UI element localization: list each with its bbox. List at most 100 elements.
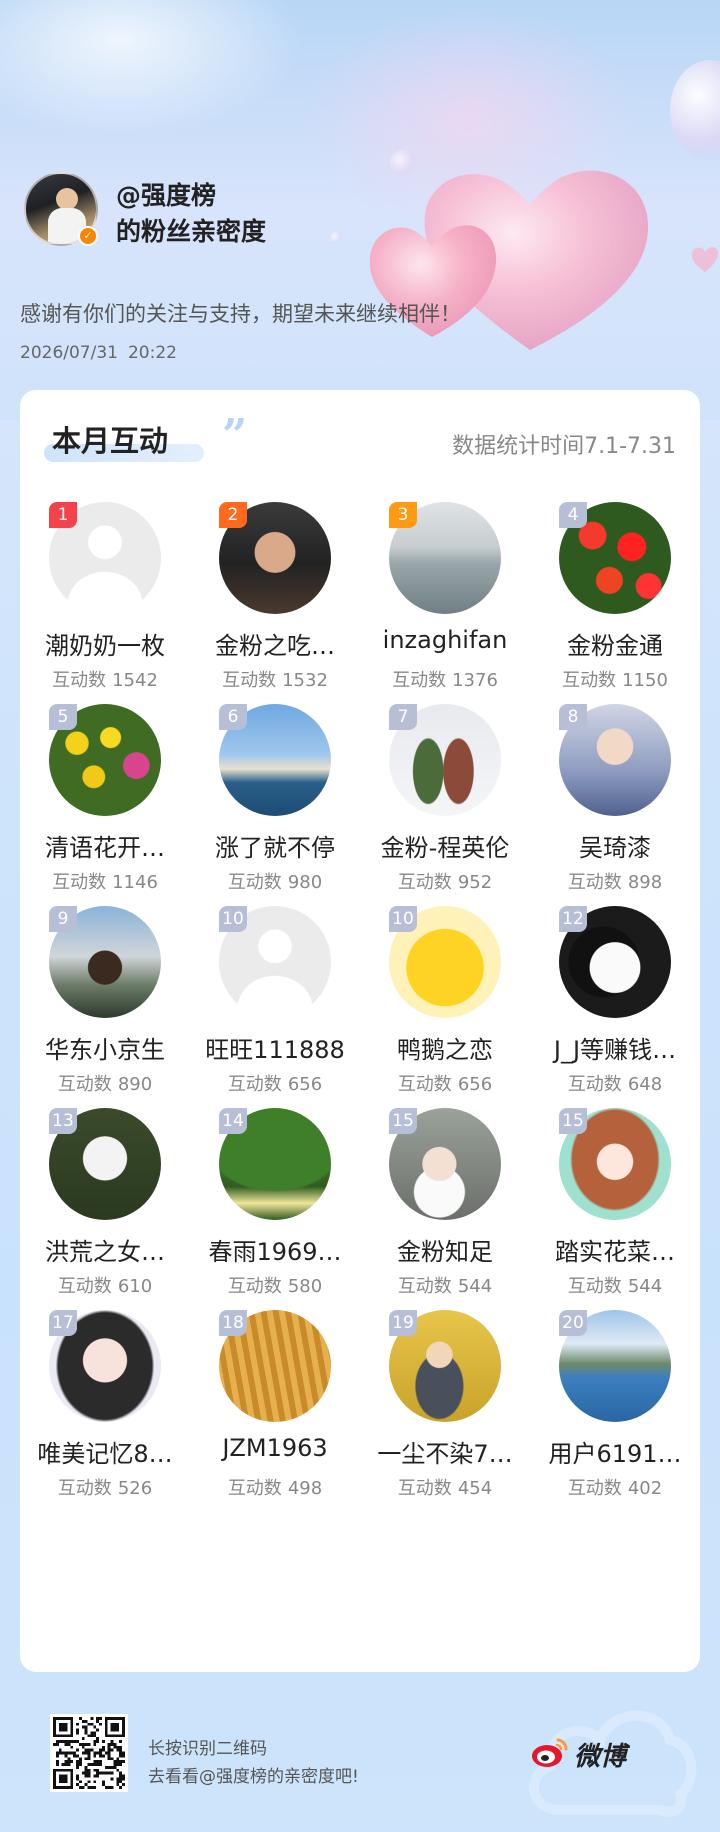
fan-name[interactable]: 清语花开… xyxy=(20,828,190,863)
interaction-count: 互动数 454 xyxy=(360,1474,530,1500)
fan-name[interactable]: 华东小京生 xyxy=(20,1030,190,1065)
count-label: 互动数 xyxy=(562,670,617,691)
rank-badge: 13 xyxy=(49,1108,77,1134)
rank-badge: 6 xyxy=(219,704,247,730)
count-value: 498 xyxy=(287,1478,323,1499)
fan-item[interactable]: 18 JZM1963 互动数 498 xyxy=(190,1310,360,1546)
count-label: 互动数 xyxy=(567,1276,622,1297)
count-value: 1376 xyxy=(452,670,498,691)
rank-badge: 5 xyxy=(49,704,77,730)
fan-item[interactable]: 13 洪荒之女… 互动数 610 xyxy=(20,1108,190,1344)
fan-name[interactable]: 踏实花菜… xyxy=(530,1232,700,1267)
count-value: 648 xyxy=(627,1074,663,1095)
fan-name[interactable]: JZM1963 xyxy=(190,1434,360,1462)
count-label: 互动数 xyxy=(397,1074,452,1095)
fan-item[interactable]: 8 吴琦漆 互动数 898 xyxy=(530,704,700,940)
rank-badge: 10 xyxy=(389,906,417,932)
interaction-count: 互动数 952 xyxy=(360,868,530,894)
rank-badge: 15 xyxy=(389,1108,417,1134)
fan-name[interactable]: 洪荒之女… xyxy=(20,1232,190,1267)
fan-item[interactable]: 19 一尘不染7… 互动数 454 xyxy=(360,1310,530,1546)
fan-name[interactable]: 春雨1969… xyxy=(190,1232,360,1267)
footer: 长按识别二维码 去看看@强度榜的亲密度吧! 微博 xyxy=(0,1690,720,1832)
count-label: 互动数 xyxy=(567,1478,622,1499)
fan-item[interactable]: 1 潮奶奶一枚互动数 1542 xyxy=(20,502,190,738)
fan-name[interactable]: 用户6191… xyxy=(530,1434,700,1469)
fan-item[interactable]: 5 清语花开… 互动数 1146 xyxy=(20,704,190,940)
interaction-count: 互动数 1542 xyxy=(20,666,190,692)
fan-avatar-wrap: 10 xyxy=(389,906,501,1018)
fan-name[interactable]: 金粉之吃… xyxy=(190,626,360,661)
fan-avatar-wrap: 13 xyxy=(49,1108,161,1220)
count-label: 互动数 xyxy=(227,1074,282,1095)
time: 20:22 xyxy=(127,343,177,363)
verified-badge-icon: ✓ xyxy=(78,226,98,246)
fan-avatar-wrap: 3 xyxy=(389,502,501,614)
fan-item[interactable]: 15 金粉知足互动数 544 xyxy=(360,1108,530,1344)
fan-item[interactable]: 2 金粉之吃… 互动数 1532 xyxy=(190,502,360,738)
count-label: 互动数 xyxy=(227,1276,282,1297)
fan-item[interactable]: 14 春雨1969… 互动数 580 xyxy=(190,1108,360,1344)
timestamp: 2026/07/31 20:22 xyxy=(20,343,177,363)
interaction-card: 本月互动 ” 数据统计时间7.1-7.31 1 潮奶奶一枚 互动数 1542 2 金粉之吃… xyxy=(20,390,700,1672)
interaction-count: 互动数 498 xyxy=(190,1474,360,1500)
interaction-count: 互动数 648 xyxy=(530,1070,700,1096)
fan-item[interactable]: 12 J_J等赚钱… 互动数 648 xyxy=(530,906,700,1142)
fan-name[interactable]: 吴琦漆 xyxy=(530,828,700,863)
count-value: 402 xyxy=(627,1478,663,1499)
fan-name[interactable]: 潮奶奶一枚 xyxy=(20,626,190,661)
fan-item[interactable]: 7 金粉-程英伦互动数 952 xyxy=(360,704,530,940)
stat-range: 数据统计时间7.1-7.31 xyxy=(452,434,676,459)
fan-item[interactable]: 17 唯美记忆8… 互动数 526 xyxy=(20,1310,190,1546)
rank-badge: 12 xyxy=(559,906,587,932)
rank-badge: 8 xyxy=(559,704,587,730)
count-label: 互动数 xyxy=(57,1478,112,1499)
count-value: 1146 xyxy=(112,872,158,893)
fan-item[interactable]: 6 涨了就不停 互动数 980 xyxy=(190,704,360,940)
fan-item[interactable]: 4 金粉金通 互动数 1150 xyxy=(530,502,700,738)
fan-avatar-wrap: 15 xyxy=(389,1108,501,1220)
fan-item[interactable]: 15 踏实花菜… 互动数 544 xyxy=(530,1108,700,1344)
count-label: 互动数 xyxy=(52,670,107,691)
count-label: 互动数 xyxy=(227,1478,282,1499)
interaction-count: 互动数 402 xyxy=(530,1474,700,1500)
rank-badge: 2 xyxy=(219,502,247,528)
weibo-brand: 微博 xyxy=(574,1742,627,1772)
count-value: 526 xyxy=(117,1478,153,1499)
fan-name[interactable]: 鸭鹅之恋 xyxy=(360,1030,530,1065)
rank-badge: 19 xyxy=(389,1310,417,1336)
rank-badge: 1 xyxy=(49,502,77,528)
fan-name[interactable]: 旺旺111888 xyxy=(190,1030,360,1065)
fan-name[interactable]: 金粉金通 xyxy=(530,626,700,661)
fan-item[interactable]: 9 华东小京生 互动数 890 xyxy=(20,906,190,1142)
fan-avatar-wrap: 6 xyxy=(219,704,331,816)
fan-avatar-wrap: 7 xyxy=(389,704,501,816)
fan-name[interactable]: 唯美记忆8… xyxy=(20,1434,190,1469)
qr-hint: 长按识别二维码 xyxy=(148,1739,267,1759)
fan-avatar-wrap: 14 xyxy=(219,1108,331,1220)
fan-name[interactable]: 一尘不染7… xyxy=(360,1434,530,1469)
count-label: 互动数 xyxy=(567,1074,622,1095)
rank-badge: 15 xyxy=(559,1108,587,1134)
interaction-count: 互动数 1146 xyxy=(20,868,190,894)
fan-name[interactable]: 涨了就不停 xyxy=(190,828,360,863)
fan-name[interactable]: 金粉-程英伦 xyxy=(360,828,530,863)
count-value: 610 xyxy=(117,1276,153,1297)
count-label: 互动数 xyxy=(227,872,282,893)
fan-avatar-wrap: 2 xyxy=(219,502,331,614)
fan-item[interactable]: 3 inzaghifan 互动数 1376 xyxy=(360,502,530,738)
fan-item[interactable]: 10 旺旺111888 互动数 656 xyxy=(190,906,360,1142)
qr-code[interactable] xyxy=(50,1714,128,1792)
fan-item[interactable]: 20 用户6191… 互动数 402 xyxy=(530,1310,700,1546)
rank-badge: 9 xyxy=(49,906,77,932)
fan-name[interactable]: J_J等赚钱… xyxy=(530,1030,700,1065)
count-label: 互动数 xyxy=(397,1478,452,1499)
fan-name[interactable]: inzaghifan xyxy=(360,626,530,654)
fan-name[interactable]: 金粉知足 xyxy=(360,1232,530,1267)
interaction-count: 互动数 544 xyxy=(360,1272,530,1298)
fan-avatar-wrap: 4 xyxy=(559,502,671,614)
count-value: 1542 xyxy=(112,670,158,691)
fan-item[interactable]: 10 鸭鹅之恋 互动数 656 xyxy=(360,906,530,1142)
count-value: 1532 xyxy=(282,670,328,691)
owner-name[interactable]: @强度榜 xyxy=(116,176,216,212)
